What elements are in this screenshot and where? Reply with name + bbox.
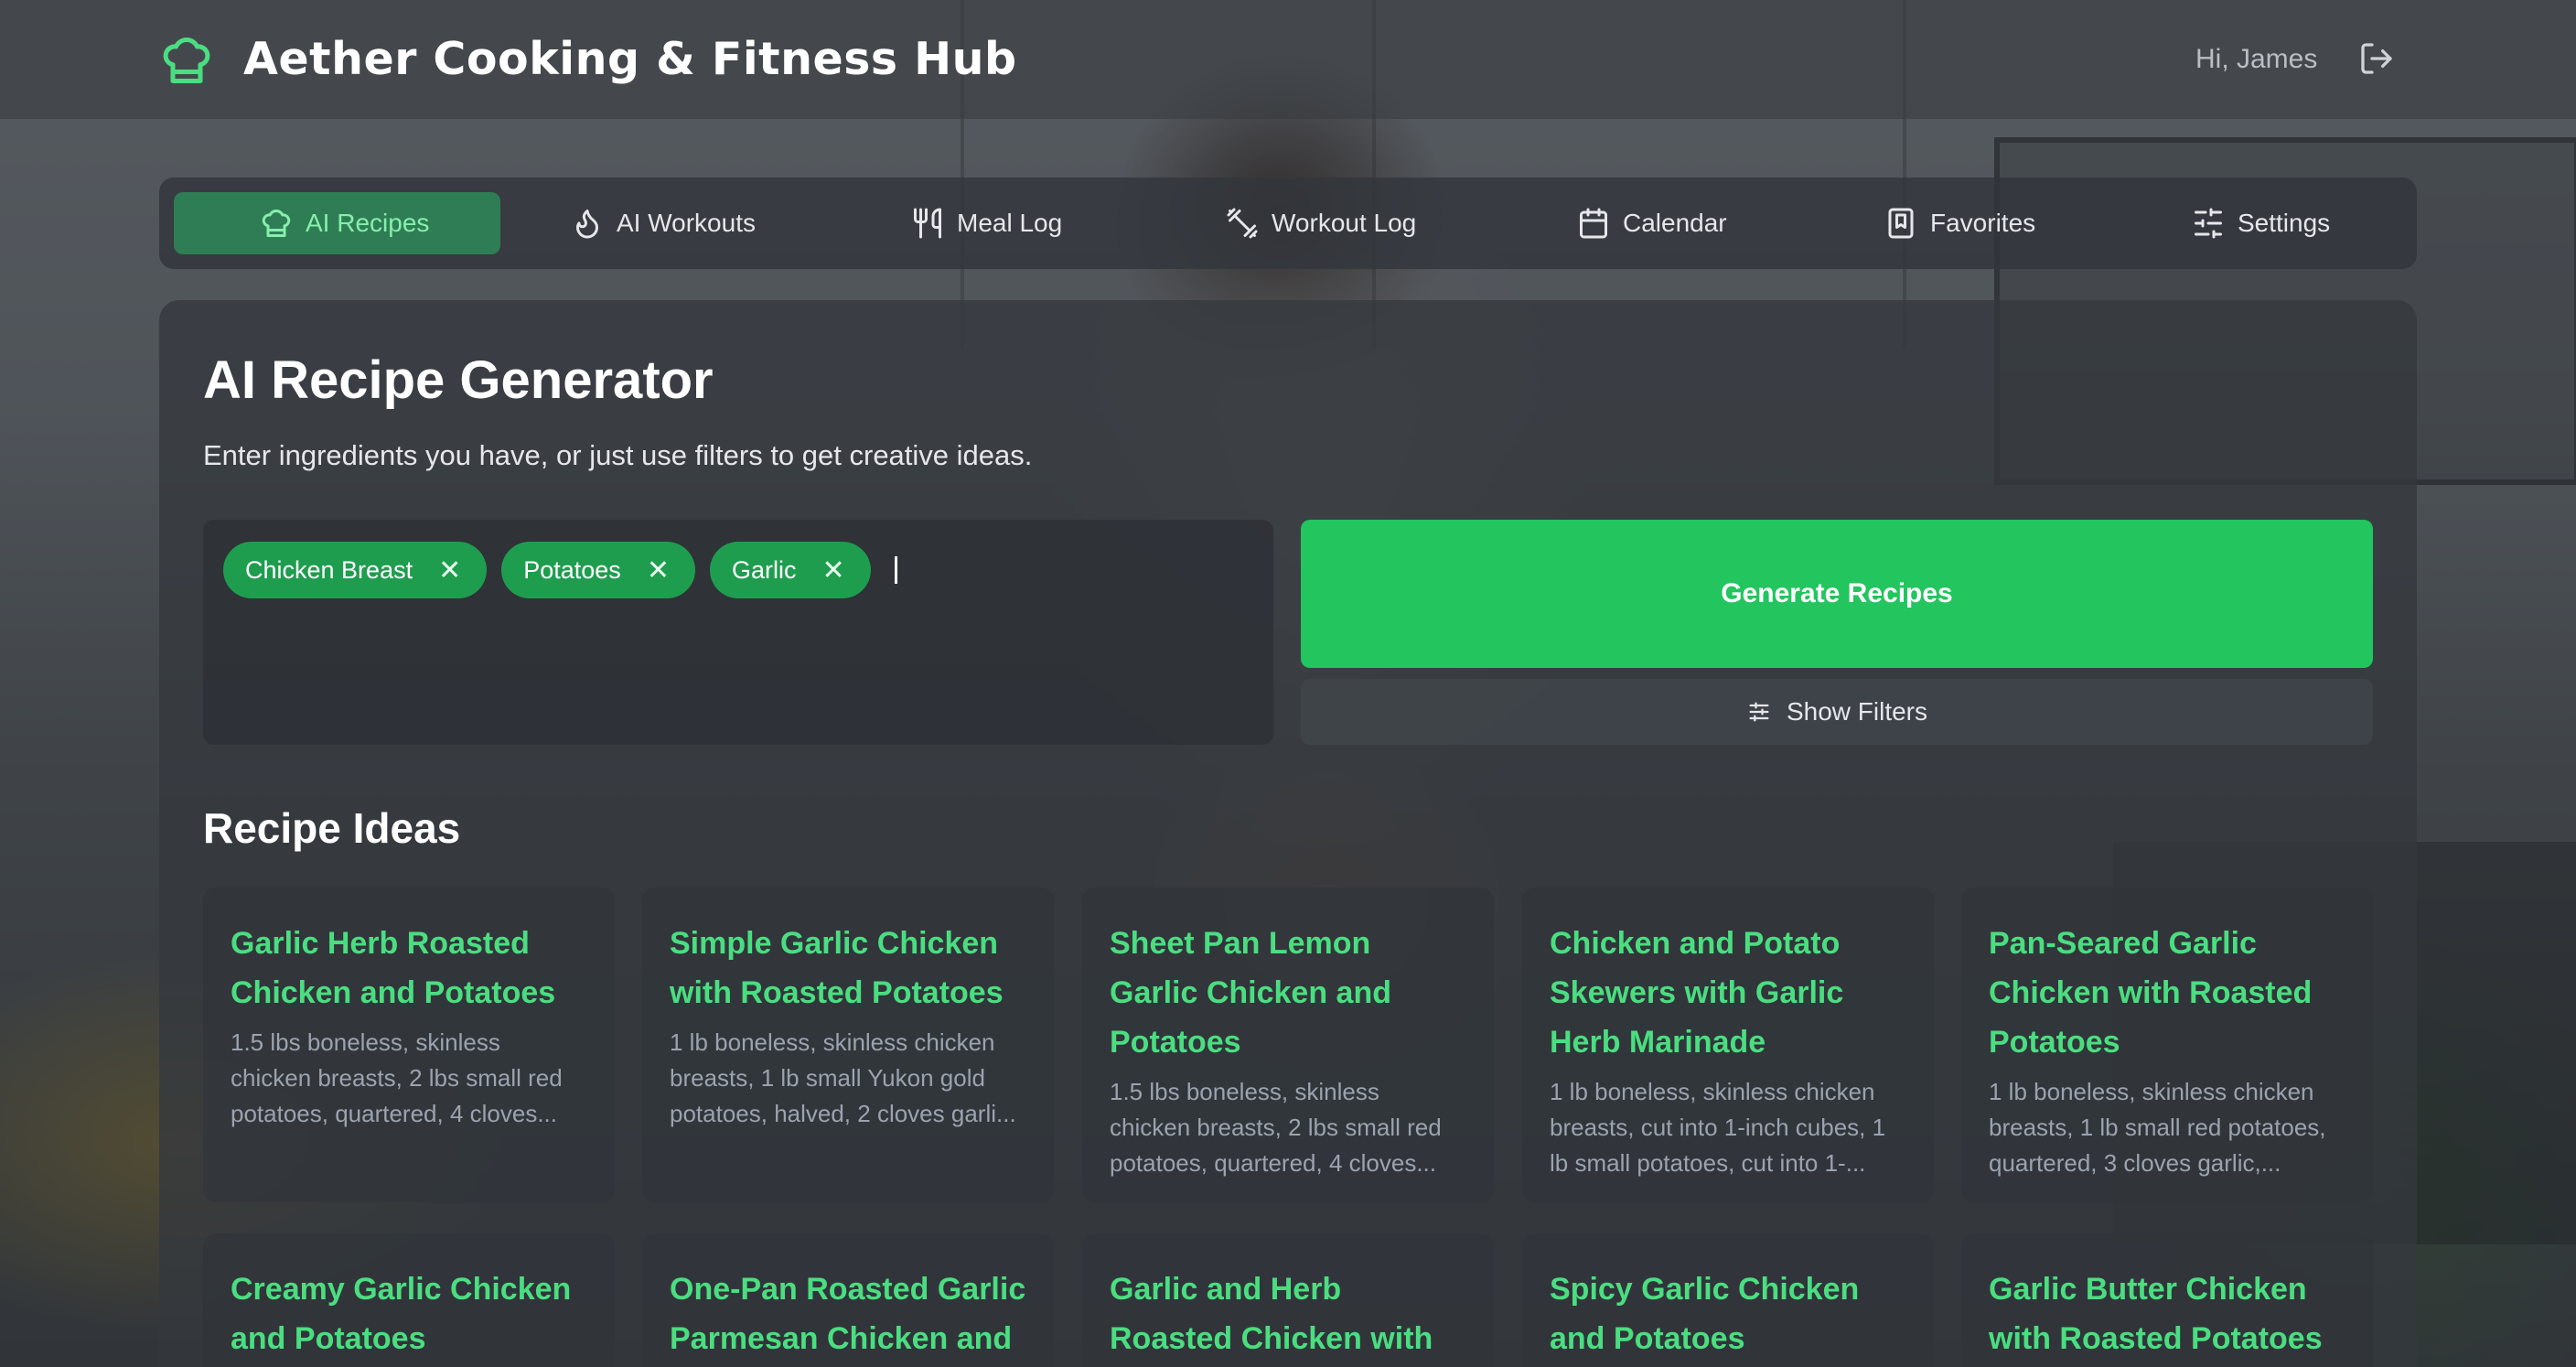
recipe-card[interactable]: One-Pan Roasted Garlic Parmesan Chicken …	[642, 1233, 1054, 1367]
nav-item-meal-log[interactable]: Meal Log	[911, 192, 1062, 254]
recipe-title: One-Pan Roasted Garlic Parmesan Chicken …	[670, 1272, 1026, 1356]
ingredient-chip-label: Potatoes	[523, 555, 621, 584]
recipe-ideas-title: Recipe Ideas	[203, 804, 461, 852]
nav-item-label: Meal Log	[957, 209, 1063, 237]
utensils-icon	[914, 208, 941, 239]
page-subtitle: Enter ingredients you have, or just use …	[203, 439, 1033, 471]
nav-item-settings[interactable]: Settings	[2192, 192, 2330, 254]
remove-ingredient-icon[interactable]: ✕	[438, 554, 461, 587]
recipe-title: Spicy Garlic Chicken and Potatoes	[1550, 1272, 1860, 1356]
nav-item-label: Settings	[2238, 209, 2331, 237]
main-nav: AI Recipes AI Workouts Meal Log Workout …	[159, 178, 2417, 269]
recipe-description: 1.5 lbs boneless, skinless chicken breas…	[231, 1028, 563, 1127]
recipe-card[interactable]: Creamy Garlic Chicken and Potatoes	[203, 1233, 615, 1367]
recipe-card[interactable]: Garlic Butter Chicken with Roasted Potat…	[1961, 1233, 2373, 1367]
recipe-description: 1.5 lbs boneless, skinless chicken breas…	[1110, 1078, 1442, 1177]
ingredient-chip-label: Garlic	[731, 555, 797, 584]
recipe-title: Simple Garlic Chicken with Roasted Potat…	[670, 926, 1004, 1010]
nav-item-ai-recipes[interactable]: AI Recipes	[174, 192, 501, 254]
app-title: Aether Cooking & Fitness Hub	[243, 33, 1017, 85]
bookmark-icon	[1888, 208, 1914, 239]
recipe-description: 1 lb boneless, skinless chicken breasts,…	[670, 1028, 1016, 1127]
recipe-title: Garlic and Herb Roasted Chicken with	[1110, 1272, 1433, 1356]
recipe-title: Garlic Butter Chicken with Roasted Potat…	[1989, 1272, 2323, 1356]
text-cursor	[894, 556, 897, 584]
remove-ingredient-icon[interactable]: ✕	[647, 554, 670, 587]
recipe-card[interactable]: Chicken and Potato Skewers with Garlic H…	[1522, 888, 1934, 1202]
top-bar: Aether Cooking & Fitness Hub Hi, James	[0, 0, 2576, 119]
remove-ingredient-icon[interactable]: ✕	[821, 554, 844, 587]
recipe-title: Creamy Garlic Chicken and Potatoes	[231, 1272, 572, 1356]
show-filters-label: Show Filters	[1786, 697, 1928, 726]
nav-item-label: Favorites	[1930, 209, 2036, 237]
recipe-description: 1 lb boneless, skinless chicken breasts,…	[1989, 1078, 2326, 1177]
flame-icon	[576, 210, 598, 239]
generate-recipes-button[interactable]: Generate Recipes	[1301, 520, 2373, 668]
nav-item-workout-log[interactable]: Workout Log	[1226, 192, 1416, 254]
recipe-card[interactable]: Spicy Garlic Chicken and Potatoes	[1522, 1233, 1934, 1367]
nav-item-favorites[interactable]: Favorites	[1884, 192, 2035, 254]
ingredient-chip: Potatoes ✕	[501, 542, 695, 598]
recipe-card[interactable]: Sheet Pan Lemon Garlic Chicken and Potat…	[1082, 888, 1494, 1202]
recipe-card[interactable]: Pan-Seared Garlic Chicken with Roasted P…	[1961, 888, 2373, 1202]
ingredient-chip-label: Chicken Breast	[245, 555, 413, 584]
logout-icon[interactable]	[2358, 40, 2395, 77]
chef-hat-icon	[262, 209, 291, 237]
recipe-title: Chicken and Potato Skewers with Garlic H…	[1550, 926, 1844, 1060]
sliders-icon	[2195, 208, 2222, 239]
nav-item-label: AI Workouts	[617, 209, 756, 237]
recipe-title: Garlic Herb Roasted Chicken and Potatoes	[231, 926, 556, 1010]
recipe-card[interactable]: Simple Garlic Chicken with Roasted Potat…	[642, 888, 1054, 1202]
recipe-title: Pan-Seared Garlic Chicken with Roasted P…	[1989, 926, 2313, 1060]
nav-item-ai-workouts[interactable]: AI Workouts	[571, 192, 756, 254]
nav-item-label: Workout Log	[1272, 209, 1417, 237]
nav-item-label: AI Recipes	[306, 209, 430, 237]
user-greeting: Hi, James	[2195, 44, 2318, 74]
nav-item-calendar[interactable]: Calendar	[1577, 192, 1727, 254]
show-filters-button[interactable]: Show Filters	[1301, 679, 2373, 745]
ingredient-chip: Chicken Breast ✕	[223, 542, 488, 598]
dumbbell-icon	[1227, 208, 1258, 239]
recipe-card[interactable]: Garlic and Herb Roasted Chicken with	[1082, 1233, 1494, 1367]
calendar-icon	[1580, 208, 1607, 239]
ingredient-chip: Garlic ✕	[709, 542, 871, 598]
ingredient-input[interactable]: Chicken Breast ✕ Potatoes ✕ Garlic ✕	[203, 520, 1273, 745]
recipe-description: 1 lb boneless, skinless chicken breasts,…	[1550, 1078, 1886, 1177]
chef-hat-icon	[163, 38, 210, 83]
sliders-icon	[1749, 702, 1769, 722]
nav-item-label: Calendar	[1623, 209, 1727, 237]
page-title: AI Recipe Generator	[203, 350, 714, 410]
recipe-title: Sheet Pan Lemon Garlic Chicken and Potat…	[1110, 926, 1391, 1060]
recipe-card[interactable]: Garlic Herb Roasted Chicken and Potatoes…	[203, 888, 615, 1202]
